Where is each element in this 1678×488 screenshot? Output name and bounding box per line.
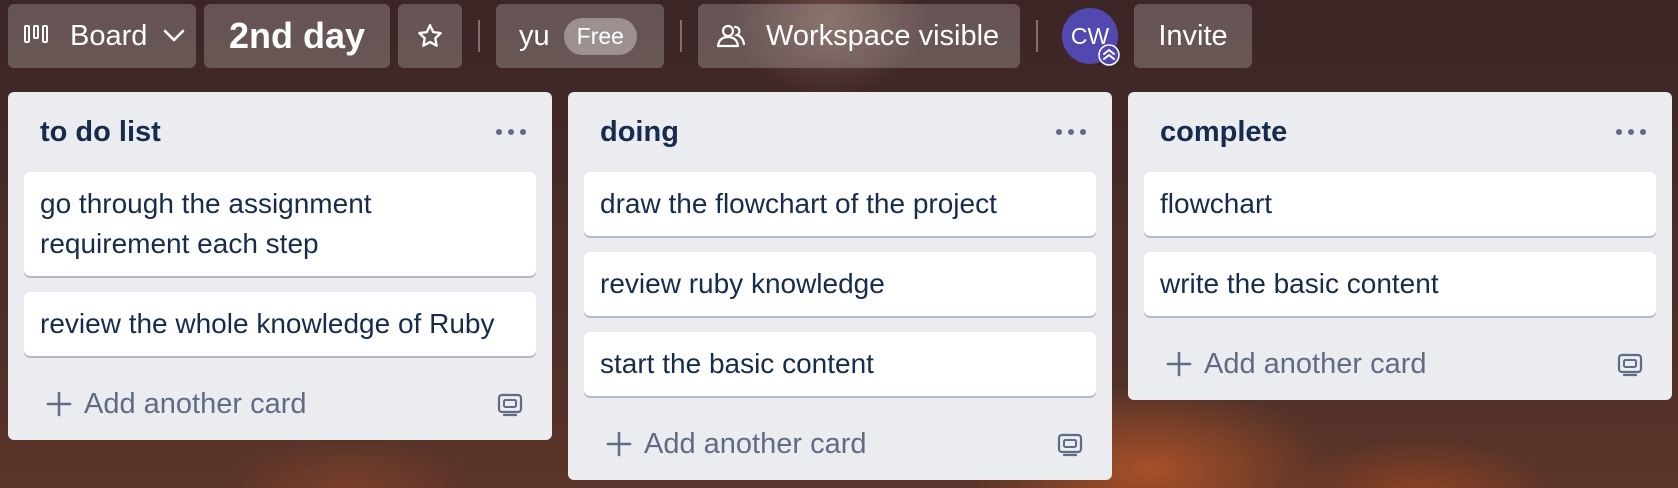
more-horizontal-icon[interactable] — [1614, 126, 1648, 138]
workspace-name: yu — [519, 19, 550, 52]
view-switcher-button[interactable]: Board — [8, 4, 196, 68]
add-card-button[interactable]: Add another card — [46, 388, 306, 421]
list-title[interactable]: complete — [1160, 116, 1287, 149]
list-to-do-list: to do list go through the assignment req… — [8, 92, 552, 440]
card[interactable]: draw the flowchart of the project — [584, 172, 1096, 236]
visibility-label: Workspace visible — [766, 19, 1000, 52]
card[interactable]: start the basic content — [584, 332, 1096, 396]
add-card-row: Add another card — [584, 408, 1096, 480]
chevron-down-icon — [164, 29, 185, 42]
more-horizontal-icon[interactable] — [494, 126, 528, 138]
add-card-button[interactable]: Add another card — [1166, 348, 1426, 381]
card[interactable]: write the basic content — [1144, 252, 1656, 316]
add-card-label: Add another card — [644, 427, 867, 460]
add-card-label: Add another card — [84, 387, 307, 420]
add-card-row: Add another card — [1144, 328, 1656, 400]
add-card-label: Add another card — [1204, 347, 1427, 380]
star-icon — [418, 24, 442, 47]
card[interactable]: review the whole knowledge of Ruby — [24, 292, 536, 356]
board-header: Board 2nd day yu Free Workspace visible … — [0, 0, 1678, 72]
card[interactable]: flowchart — [1144, 172, 1656, 236]
header-divider — [1036, 20, 1038, 52]
list-header: to do list — [24, 92, 536, 172]
star-button[interactable] — [398, 4, 462, 68]
header-divider — [680, 20, 682, 52]
list-complete: complete flowchart write the basic conte… — [1128, 92, 1672, 400]
plus-icon — [606, 431, 632, 457]
list-doing: doing draw the flowchart of the project … — [568, 92, 1112, 480]
card[interactable]: go through the assignment requirement ea… — [24, 172, 536, 276]
view-label: Board — [70, 19, 148, 52]
board-title[interactable]: 2nd day — [204, 4, 390, 68]
add-card-button[interactable]: Add another card — [606, 428, 866, 461]
list-header: complete — [1144, 92, 1656, 172]
board-view-icon — [24, 25, 54, 47]
admin-badge-icon — [1098, 44, 1120, 66]
card-template-icon[interactable] — [1056, 430, 1084, 458]
invite-button[interactable]: Invite — [1134, 4, 1252, 68]
visibility-button[interactable]: Workspace visible — [698, 4, 1020, 68]
more-horizontal-icon[interactable] — [1054, 126, 1088, 138]
member-avatar[interactable]: CW — [1062, 8, 1120, 66]
list-title[interactable]: doing — [600, 116, 679, 149]
header-divider — [478, 20, 480, 52]
list-title[interactable]: to do list — [40, 116, 161, 149]
plan-badge: Free — [563, 17, 637, 55]
add-card-row: Add another card — [24, 368, 536, 440]
plus-icon — [46, 391, 72, 417]
card-template-icon[interactable] — [1616, 350, 1644, 378]
people-icon — [716, 24, 746, 48]
workspace-button[interactable]: yu Free — [496, 4, 664, 68]
card-template-icon[interactable] — [496, 390, 524, 418]
card[interactable]: review ruby knowledge — [584, 252, 1096, 316]
list-header: doing — [584, 92, 1096, 172]
plus-icon — [1166, 351, 1192, 377]
